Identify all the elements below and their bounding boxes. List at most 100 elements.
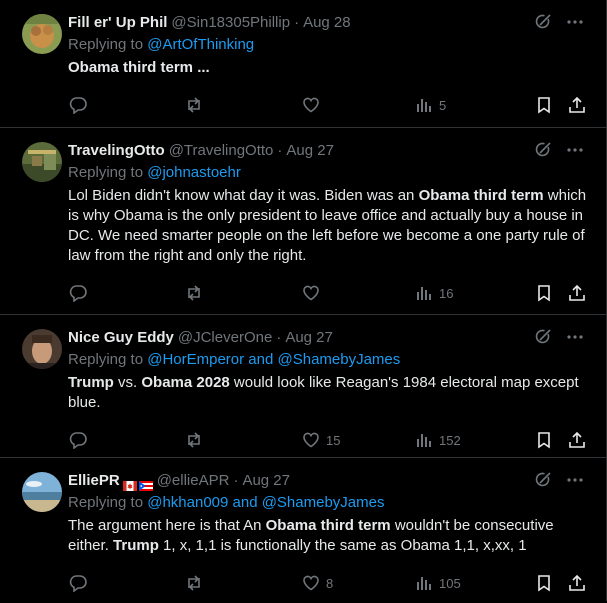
- bookmark-icon: [535, 96, 553, 114]
- like-count: 15: [326, 432, 341, 448]
- action-bar: 5: [69, 85, 590, 125]
- more-icon[interactable]: [566, 328, 584, 350]
- reply-button[interactable]: [69, 284, 185, 302]
- text-run: vs.: [113, 374, 142, 391]
- grok-icon[interactable]: [534, 471, 552, 493]
- views-button[interactable]: 152: [415, 431, 535, 449]
- replying-to: Replying to @HorEmperor and @ShamebyJame…: [68, 349, 590, 371]
- repost-icon: [185, 284, 203, 302]
- like-button[interactable]: [302, 284, 415, 302]
- avatar[interactable]: [22, 472, 62, 512]
- display-name[interactable]: TravelingOtto: [68, 140, 165, 162]
- more-icon[interactable]: [566, 471, 584, 493]
- handle[interactable]: @Sin18305Phillip: [171, 12, 290, 34]
- like-button[interactable]: [302, 96, 415, 114]
- share-icon: [568, 574, 586, 592]
- share-button[interactable]: [568, 431, 586, 449]
- bookmark-button[interactable]: [535, 574, 568, 592]
- repost-icon: [185, 431, 203, 449]
- timestamp[interactable]: Aug 27: [285, 327, 333, 349]
- highlighted-text: Obama third term: [265, 517, 391, 534]
- display-name[interactable]: Nice Guy Eddy: [68, 327, 174, 349]
- replying-to: Replying to @hkhan009 and @ShamebyJames: [68, 492, 590, 514]
- handle[interactable]: @TravelingOtto: [169, 140, 274, 162]
- repost-icon: [185, 96, 203, 114]
- views-icon: [415, 96, 433, 114]
- repost-button[interactable]: [185, 96, 302, 114]
- share-button[interactable]: [568, 284, 586, 302]
- replying-to-link[interactable]: @HorEmperor and @ShamebyJames: [147, 351, 400, 368]
- bookmark-button[interactable]: [535, 284, 568, 302]
- like-button[interactable]: 8: [302, 574, 415, 592]
- view-count: 105: [439, 575, 461, 591]
- reply-button[interactable]: [69, 574, 185, 592]
- action-bar: 8 105: [69, 563, 590, 603]
- name-flags: [122, 476, 153, 491]
- text-run: 1, x, 1,1 is functionally the same as Ob…: [158, 537, 527, 554]
- reply-feed: Fill er' Up Phil @Sin18305Phillip · Aug …: [0, 0, 607, 601]
- text-run: The argument here is that An: [68, 517, 266, 534]
- display-name[interactable]: ElliePR: [68, 470, 120, 492]
- bookmark-button[interactable]: [535, 431, 568, 449]
- highlighted-text: Obama 2028: [141, 374, 230, 391]
- share-button[interactable]: [568, 574, 586, 592]
- display-name[interactable]: Fill er' Up Phil: [68, 12, 167, 34]
- repost-button[interactable]: [185, 574, 302, 592]
- reply-icon: [69, 431, 87, 449]
- separator: ·: [233, 472, 239, 489]
- share-icon: [568, 96, 586, 114]
- replying-prefix: Replying to: [68, 36, 144, 53]
- share-icon: [568, 284, 586, 302]
- grok-icon[interactable]: [534, 328, 552, 350]
- more-icon[interactable]: [566, 141, 584, 163]
- avatar[interactable]: [22, 14, 62, 54]
- tweet[interactable]: TravelingOtto @TravelingOtto · Aug 27 Re…: [0, 128, 606, 315]
- more-icon[interactable]: [566, 13, 584, 35]
- repost-button[interactable]: [185, 431, 302, 449]
- reply-button[interactable]: [69, 431, 185, 449]
- like-icon: [302, 96, 320, 114]
- views-button[interactable]: 105: [415, 574, 535, 592]
- separator: ·: [294, 14, 300, 31]
- highlighted-text: Trump: [113, 537, 159, 554]
- highlighted-text: Trump: [68, 374, 114, 391]
- avatar[interactable]: [22, 142, 62, 182]
- like-icon: [302, 574, 320, 592]
- bookmark-button[interactable]: [535, 96, 568, 114]
- like-count: 8: [326, 575, 334, 591]
- like-icon: [302, 431, 320, 449]
- tweet[interactable]: ElliePR @ellieAPR · Aug 27 Replying to @…: [0, 458, 606, 601]
- action-bar: 16: [69, 273, 590, 313]
- text-run: Lol Biden didn't know what day it was. B…: [68, 187, 419, 204]
- canada-flag-icon: [122, 476, 137, 491]
- share-button[interactable]: [568, 96, 586, 114]
- avatar[interactable]: [22, 329, 62, 369]
- grok-icon[interactable]: [534, 141, 552, 163]
- view-count: 5: [439, 97, 447, 113]
- grok-icon[interactable]: [534, 13, 552, 35]
- tweet[interactable]: Fill er' Up Phil @Sin18305Phillip · Aug …: [0, 0, 606, 128]
- views-button[interactable]: 16: [415, 284, 535, 302]
- tweet[interactable]: Nice Guy Eddy @JCleverOne · Aug 27 Reply…: [0, 315, 606, 458]
- timestamp[interactable]: Aug 27: [286, 140, 334, 162]
- views-button[interactable]: 5: [415, 96, 535, 114]
- repost-button[interactable]: [185, 284, 302, 302]
- bookmark-icon: [535, 574, 553, 592]
- like-button[interactable]: 15: [302, 431, 415, 449]
- bookmark-icon: [535, 431, 553, 449]
- timestamp[interactable]: Aug 27: [242, 470, 290, 492]
- replying-to-link[interactable]: @hkhan009 and @ShamebyJames: [147, 494, 384, 511]
- replying-to: Replying to @ArtOfThinking: [68, 34, 590, 56]
- view-count: 16: [439, 285, 454, 301]
- share-icon: [568, 431, 586, 449]
- tweet-text: Trump vs. Obama 2028 would look like Rea…: [68, 373, 590, 413]
- reply-button[interactable]: [69, 96, 185, 114]
- replying-to-link[interactable]: @johnastoehr: [147, 164, 241, 181]
- replying-prefix: Replying to: [68, 351, 144, 368]
- timestamp[interactable]: Aug 28: [303, 12, 351, 34]
- handle[interactable]: @JCleverOne: [178, 327, 272, 349]
- separator: ·: [276, 329, 282, 346]
- handle[interactable]: @ellieAPR: [157, 470, 230, 492]
- views-icon: [415, 284, 433, 302]
- replying-to-link[interactable]: @ArtOfThinking: [147, 36, 254, 53]
